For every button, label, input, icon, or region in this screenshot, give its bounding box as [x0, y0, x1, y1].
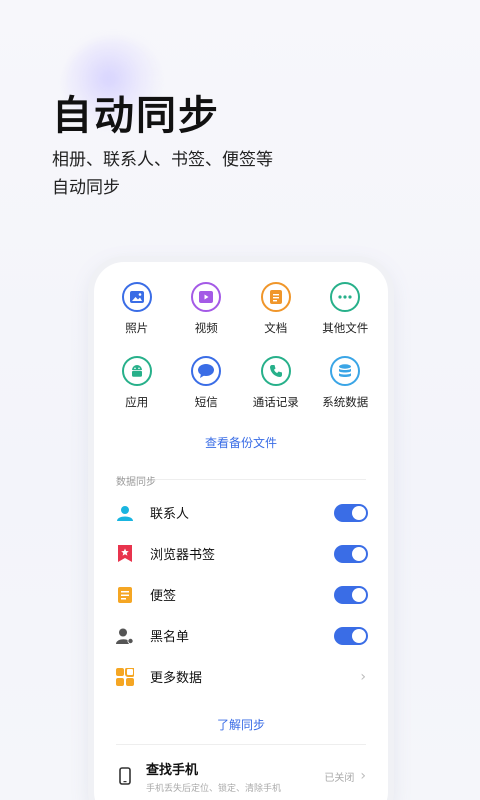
sync-row-label: 便签: [150, 589, 177, 604]
category-other-files[interactable]: 其他文件: [311, 282, 381, 346]
toggle-knob: [352, 587, 366, 602]
video-icon: [191, 282, 222, 312]
category-label: 文档: [264, 321, 288, 335]
hero-subtitle-line2: 自动同步: [52, 178, 120, 198]
notes-toggle[interactable]: [334, 585, 368, 604]
contacts-toggle[interactable]: [334, 503, 368, 522]
sync-row-label: 黑名单: [150, 630, 190, 645]
chevron-right-icon: ›: [360, 768, 366, 784]
android-app-icon: [121, 356, 152, 386]
chevron-right-icon: ›: [360, 668, 366, 685]
category-label: 视频: [194, 321, 218, 335]
sync-row-notes[interactable]: 便签: [116, 574, 368, 615]
category-messages[interactable]: 短信: [172, 356, 242, 420]
document-icon: [260, 282, 291, 312]
category-grid: 照片 视频 文档 其他文件 应用 短信 通话记录 系统数据: [102, 282, 380, 420]
category-apps[interactable]: 应用: [102, 356, 172, 420]
divider: [116, 744, 366, 745]
learn-sync-link[interactable]: 了解同步: [94, 716, 388, 733]
blocklist-icon: [116, 627, 134, 645]
sync-row-label: 更多数据: [150, 671, 203, 686]
hero-title: 自动同步: [52, 93, 220, 139]
find-phone-subtitle: 手机丢失后定位、锁定、清除手机: [146, 783, 282, 794]
find-phone-row[interactable]: 查找手机 手机丢失后定位、锁定、清除手机 已关闭 ›: [116, 756, 368, 796]
category-videos[interactable]: 视频: [172, 282, 242, 346]
sync-row-label: 联系人: [150, 507, 190, 522]
bookmarks-toggle[interactable]: [334, 544, 368, 563]
photo-icon: [121, 282, 152, 312]
sync-list: 联系人 浏览器书签 便签 黑名单 更多数据 ›: [116, 492, 368, 697]
hero-subtitle-line1: 相册、联系人、书签、便签等: [52, 150, 273, 170]
find-phone-status: 已关闭: [324, 772, 355, 784]
hero-subtitle: 相册、联系人、书签、便签等 自动同步: [52, 146, 312, 202]
blocklist-toggle[interactable]: [334, 626, 368, 645]
phone-outline-icon: [116, 767, 134, 785]
note-icon: [116, 586, 134, 604]
category-documents[interactable]: 文档: [241, 282, 311, 346]
category-label: 通话记录: [252, 395, 299, 409]
more-files-icon: [330, 282, 361, 312]
sync-row-more-data[interactable]: 更多数据 ›: [116, 656, 368, 697]
contact-icon: [116, 504, 134, 522]
sync-row-contacts[interactable]: 联系人: [116, 492, 368, 533]
database-icon: [330, 356, 361, 386]
toggle-knob: [352, 505, 366, 520]
phone-mockup: 照片 视频 文档 其他文件 应用 短信 通话记录 系统数据 查看备份文件 数据同…: [94, 262, 388, 800]
category-label: 系统数据: [322, 395, 369, 409]
find-phone-title: 查找手机: [146, 762, 199, 778]
sync-row-blocklist[interactable]: 黑名单: [116, 615, 368, 656]
message-icon: [191, 356, 222, 386]
category-call-logs[interactable]: 通话记录: [241, 356, 311, 420]
toggle-knob: [352, 546, 366, 561]
category-photos[interactable]: 照片: [102, 282, 172, 346]
category-label: 短信: [194, 395, 218, 409]
category-label: 其他文件: [322, 321, 369, 335]
divider: [156, 479, 366, 480]
toggle-knob: [352, 628, 366, 643]
sync-section-title: 数据同步: [116, 477, 156, 488]
sync-row-label: 浏览器书签: [150, 548, 216, 563]
category-system-data[interactable]: 系统数据: [311, 356, 381, 420]
page: 自动同步 相册、联系人、书签、便签等 自动同步 照片 视频 文档 其他文件 应用…: [0, 0, 480, 800]
bookmark-icon: [116, 545, 134, 563]
more-data-icon: [116, 667, 134, 686]
category-label: 应用: [125, 395, 149, 409]
category-label: 照片: [125, 321, 149, 335]
phone-call-icon: [260, 356, 291, 386]
sync-row-bookmarks[interactable]: 浏览器书签: [116, 533, 368, 574]
find-phone-texts: 查找手机 手机丢失后定位、锁定、清除手机: [146, 759, 324, 794]
view-backup-link[interactable]: 查看备份文件: [94, 434, 388, 451]
